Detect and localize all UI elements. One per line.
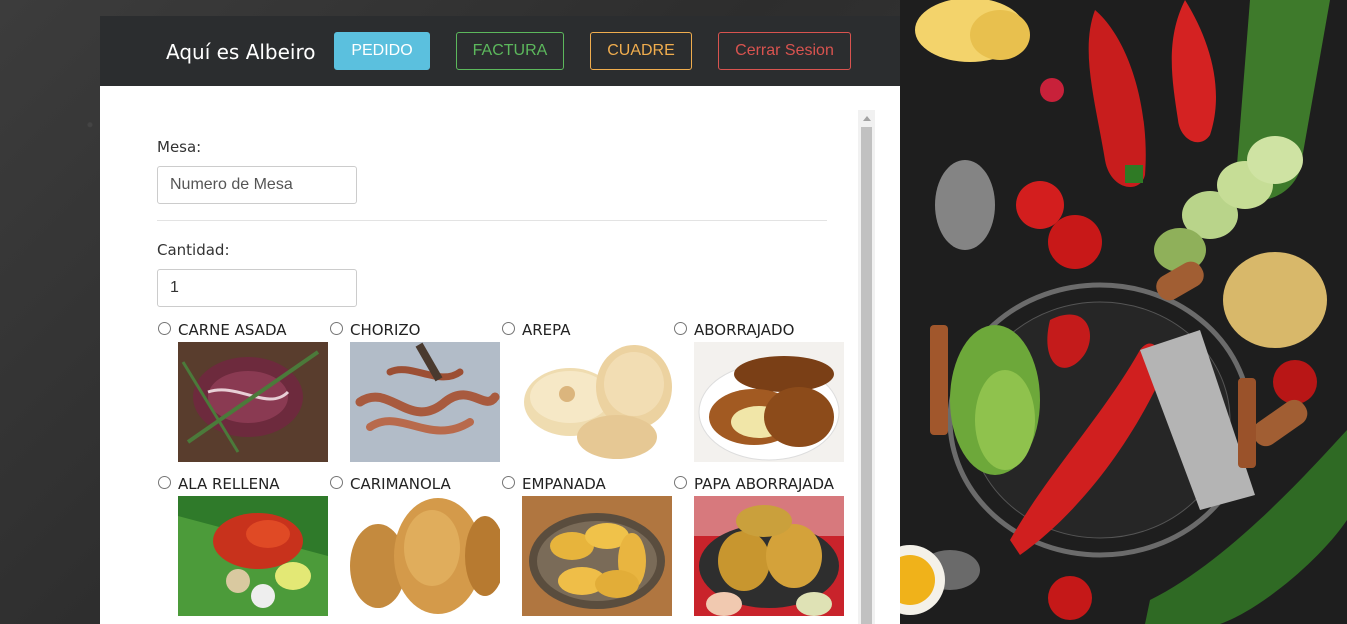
product-name: CHORIZO [350, 321, 421, 339]
product-radio[interactable] [502, 476, 515, 489]
product-radio[interactable] [158, 476, 171, 489]
product-item: EMPANADA [502, 475, 674, 624]
arepa-photo [522, 342, 672, 462]
product-name: ALA RELLENA [178, 475, 280, 493]
ala-rellena-photo [178, 496, 328, 616]
product-radio[interactable] [502, 322, 515, 335]
cantidad-input[interactable] [157, 269, 357, 307]
mesa-input[interactable] [157, 166, 357, 204]
pedido-button[interactable]: PEDIDO [334, 32, 430, 70]
scroll-thumb[interactable] [861, 127, 872, 624]
product-name: PAPA ABORRAJADA [694, 475, 835, 493]
product-item: ABORRAJADO [674, 321, 846, 472]
product-radio[interactable] [330, 322, 343, 335]
factura-button[interactable]: FACTURA [456, 32, 564, 70]
product-item: CHORIZO [330, 321, 502, 472]
mesa-label: Mesa: [157, 138, 202, 156]
carne-asada-photo [178, 342, 328, 462]
order-form-panel: Mesa: Cantidad: CARNE ASADA CHORIZO [100, 86, 900, 624]
papa-aborrajada-photo [694, 496, 844, 616]
cerrar-sesion-button[interactable]: Cerrar Sesion [718, 32, 851, 70]
scroll-up-arrow-icon[interactable] [858, 110, 875, 127]
vegetables-photo [900, 0, 1347, 624]
brand-title: Aquí es Albeiro [166, 40, 316, 64]
product-radio[interactable] [674, 322, 687, 335]
vertical-scrollbar[interactable] [858, 110, 875, 624]
empanada-photo [522, 496, 672, 616]
product-name: EMPANADA [522, 475, 606, 493]
top-navbar: Aquí es Albeiro PEDIDO FACTURA CUADRE Ce… [100, 16, 900, 86]
aborrajado-photo [694, 342, 844, 462]
cuadre-button[interactable]: CUADRE [590, 32, 692, 70]
product-item: PAPA ABORRAJADA [674, 475, 846, 624]
product-item: CARNE ASADA [158, 321, 330, 472]
product-name: AREPA [522, 321, 571, 339]
product-radio[interactable] [158, 322, 171, 335]
form-divider [157, 220, 827, 221]
product-radio[interactable] [330, 476, 343, 489]
product-radio[interactable] [674, 476, 687, 489]
product-item: CARIMANOLA [330, 475, 502, 624]
product-name: CARNE ASADA [178, 321, 287, 339]
product-name: ABORRAJADO [694, 321, 795, 339]
product-item: AREPA [502, 321, 674, 472]
product-name: CARIMANOLA [350, 475, 451, 493]
carimanola-photo [350, 496, 500, 616]
product-item: ALA RELLENA [158, 475, 330, 624]
cantidad-label: Cantidad: [157, 241, 230, 259]
chorizo-photo [350, 342, 500, 462]
